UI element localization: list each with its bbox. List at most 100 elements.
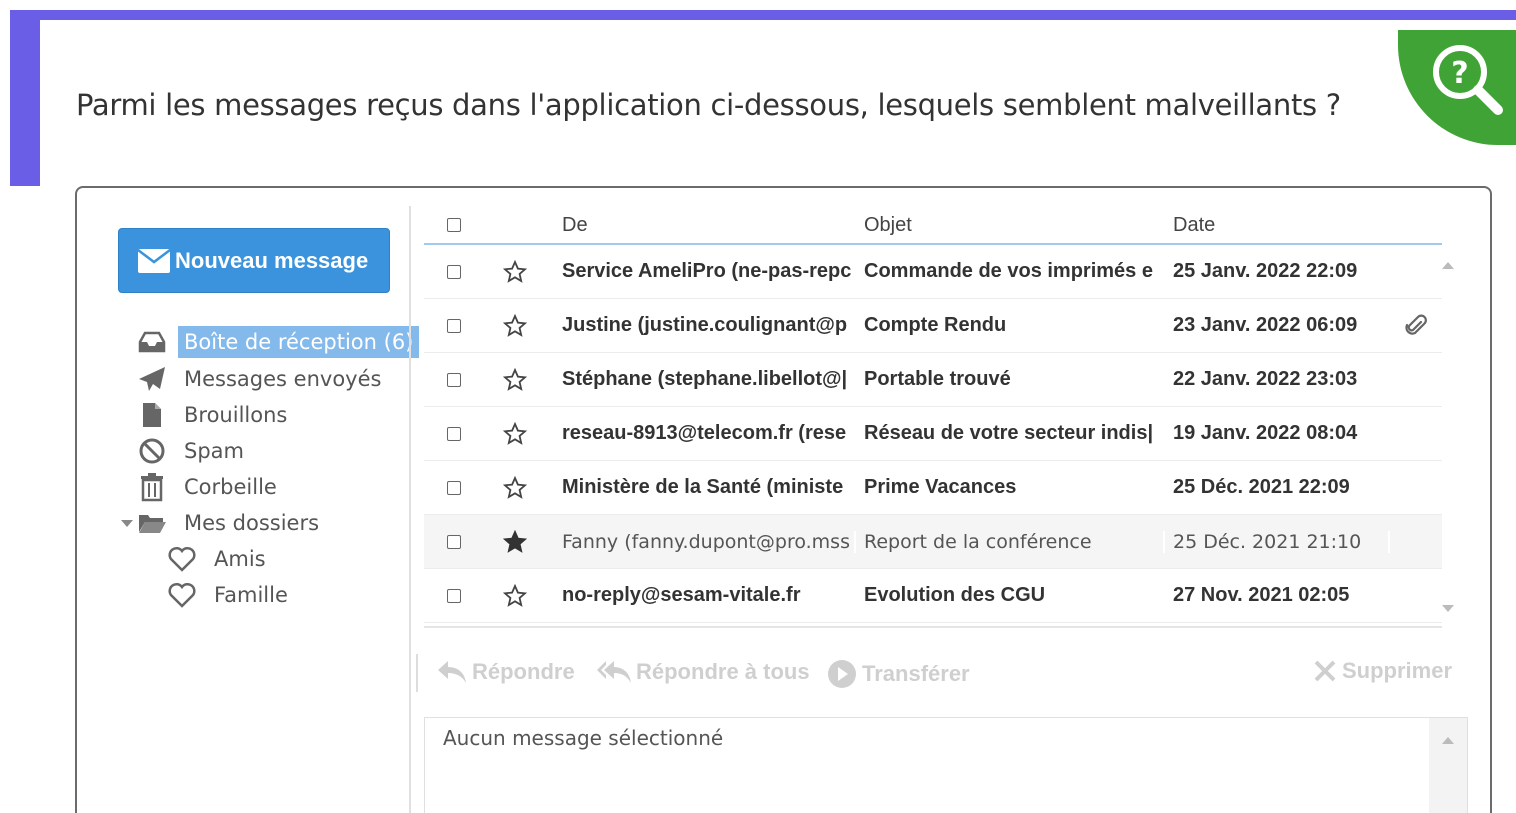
star-filled-icon[interactable] [484,529,546,554]
table-row[interactable]: Fanny (fanny.dupont@pro.mss Report de la … [424,515,1442,569]
row-checkbox[interactable] [447,426,461,441]
preview-scrollbar[interactable] [1429,718,1467,813]
message-date: 25 Déc. 2021 22:09 [1173,476,1350,498]
sidebar-item-spam[interactable]: Spam [136,433,250,469]
sidebar-item-my-folders[interactable]: Mes dossiers [118,505,325,541]
message-preview-pane: Aucun message sélectionné [424,717,1468,813]
reply-button[interactable]: Répondre [436,658,575,686]
sidebar-item-label: Corbeille [184,475,277,499]
message-from: reseau-8913@telecom.fr (rese [562,422,847,444]
delete-label: Supprimer [1342,658,1453,683]
ban-icon [136,435,168,467]
inbox-icon [136,326,168,358]
star-icon[interactable] [484,313,546,338]
row-checkbox[interactable] [447,318,461,333]
table-row[interactable]: Stéphane (stephane.libellot@| Portable tr… [424,353,1442,407]
star-icon[interactable] [484,475,546,500]
trash-icon [136,471,168,503]
search-help-icon: ? [1433,45,1503,115]
sidebar-item-inbox[interactable]: Boîte de réception (6) [136,324,420,360]
sidebar-item-label: Famille [214,583,288,607]
top-accent-bar [10,10,1516,20]
envelope-icon [137,248,171,273]
message-subject: Prime Vacances [864,476,1017,498]
row-checkbox[interactable] [447,534,461,549]
star-icon[interactable] [484,259,546,284]
table-row[interactable]: reseau-8913@telecom.fr (rese Réseau de vo… [424,407,1442,461]
table-row[interactable]: Ministère de la Santé (ministe Prime Vaca… [424,461,1442,515]
message-date: 19 Janv. 2022 08:04 [1173,422,1358,444]
message-from: Ministère de la Santé (ministe [562,476,844,498]
message-subject: Réseau de votre secteur indis| [864,422,1154,444]
star-icon[interactable] [484,367,546,392]
close-icon [1314,660,1336,682]
message-from: Fanny (fanny.dupont@pro.mss [546,530,856,553]
heart-icon [166,579,198,611]
forward-circle-icon [828,660,856,688]
preview-empty-text: Aucun message sélectionné [443,726,724,750]
new-message-button[interactable]: Nouveau message [118,228,390,293]
message-date: 25 Déc. 2021 21:10 [1165,530,1390,553]
sidebar-item-sent[interactable]: Messages envoyés [136,361,387,397]
folder-open-icon [136,507,168,539]
select-all-checkbox[interactable] [447,218,461,232]
column-header-date[interactable]: Date [1165,214,1390,237]
message-from: Stéphane (stephane.libellot@| [562,368,848,390]
delete-button[interactable]: Supprimer [1312,658,1452,684]
left-accent-bar [10,10,40,186]
sidebar-divider [409,206,411,813]
reply-all-label: Répondre à tous [636,659,810,684]
reply-all-button[interactable]: Répondre à tous [596,658,810,686]
svg-text:?: ? [1451,56,1468,91]
message-date: 27 Nov. 2021 02:05 [1173,584,1350,606]
message-from: no-reply@sesam-vitale.fr [562,584,801,606]
sidebar-item-label: Mes dossiers [184,511,320,535]
message-subject: Compte Rendu [864,314,1007,336]
reply-label: Répondre [472,659,575,684]
sidebar-item-trash[interactable]: Corbeille [136,469,283,505]
message-date: 22 Janv. 2022 23:03 [1173,368,1358,390]
message-from: Justine (justine.coulignant@p [562,314,848,336]
sidebar-item-label: Brouillons [184,403,288,427]
star-icon[interactable] [484,583,546,608]
message-subject: Commande de vos imprimés e [864,260,1153,282]
sidebar-item-amis[interactable]: Amis [166,541,272,577]
sidebar-item-famille[interactable]: Famille [166,577,294,613]
reply-icon [438,661,466,683]
table-row[interactable]: Justine (justine.coulignant@p Compte Rend… [424,299,1442,353]
table-row[interactable]: Service AmeliPro (ne-pas-repc Commande de… [424,245,1442,299]
reply-all-icon [597,661,631,683]
forward-button[interactable]: Transférer [826,658,970,690]
question-text: Parmi les messages reçus dans l'applicat… [76,88,1341,122]
sidebar-item-label: Spam [184,439,244,463]
forward-label: Transférer [862,661,970,686]
scroll-up-arrow[interactable] [1441,258,1455,276]
message-date: 23 Janv. 2022 06:09 [1173,314,1358,336]
list-divider [424,626,1442,628]
heart-icon [166,543,198,575]
message-toolbar: Répondre Répondre à tous Transférer Supp… [416,650,1466,696]
row-checkbox[interactable] [447,264,461,279]
scroll-up-arrow[interactable] [1441,736,1455,746]
file-icon [136,399,168,431]
sidebar-item-label: Boîte de réception (6) [178,326,420,358]
new-message-label: Nouveau message [175,247,369,273]
row-checkbox[interactable] [447,372,461,387]
paper-plane-icon [136,363,168,395]
scroll-down-arrow[interactable] [1441,600,1455,618]
message-subject: Evolution des CGU [864,584,1046,606]
table-row[interactable]: no-reply@sesam-vitale.fr Evolution des CG… [424,569,1442,623]
caret-down-icon[interactable] [118,518,136,528]
row-checkbox[interactable] [447,588,461,603]
message-from: Service AmeliPro (ne-pas-repc [562,260,852,282]
row-checkbox[interactable] [447,480,461,495]
message-date: 25 Janv. 2022 22:09 [1173,260,1358,282]
column-header-from[interactable]: De [546,214,856,237]
toolbar-grip [416,654,420,692]
message-subject: Report de la conférence [856,530,1165,553]
message-list-header: De Objet Date [424,207,1442,245]
column-header-subject[interactable]: Objet [856,214,1165,237]
star-icon[interactable] [484,421,546,446]
sidebar-item-label: Amis [214,547,266,571]
sidebar-item-drafts[interactable]: Brouillons [136,397,293,433]
